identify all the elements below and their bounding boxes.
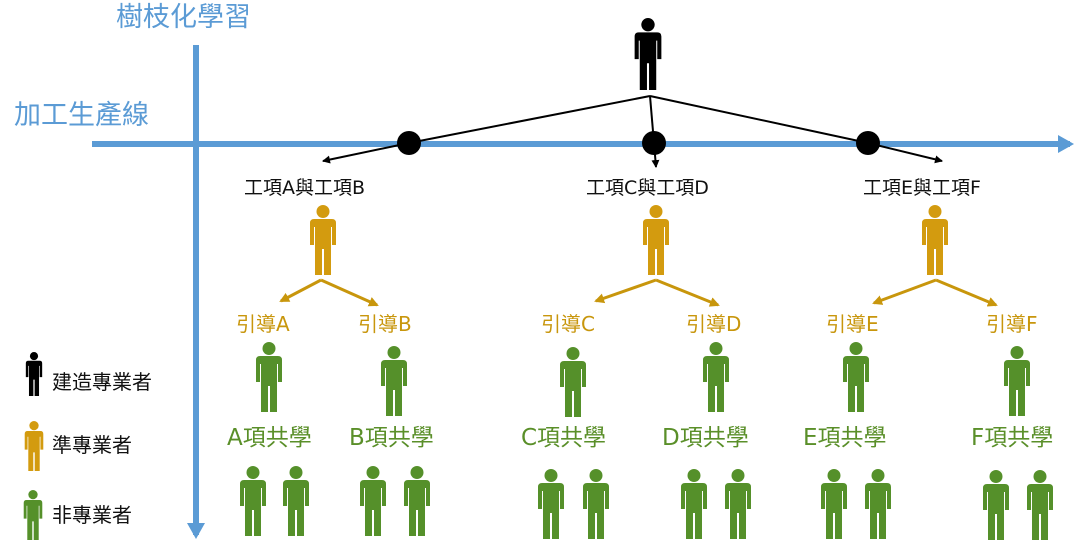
guide-label-e: 引導E [826,312,879,336]
process-node-cd [642,131,666,155]
guide-arrow-c [594,278,657,304]
semi-expert-person-icon [643,205,669,275]
group-label-c: C項共學 [521,425,607,451]
learner-person-icons [240,466,1053,540]
branch-line-left [408,95,651,144]
learner-person-icon [681,469,707,539]
learner-person-icon [283,466,309,536]
learner-person-icon [404,466,430,536]
horizontal-axis-label: 加工生產線 [14,100,149,131]
task-label-ab: 工項A與工項B [244,177,366,199]
legend-non-expert-person-icon [23,490,43,540]
diagram: 樹枝化學習 加工生產線 工項A與工項B 工項C與工項D 工項E與工項F 引導A … [0,0,1089,550]
group-label-a: A項共學 [227,425,312,451]
guide-label-b: 引導B [358,312,412,336]
learner-person-icon [865,469,891,539]
guide-person-icon [256,342,282,412]
learner-person-icon [725,469,751,539]
legend-expert-person-icon [25,352,43,396]
process-node-ef [856,131,880,155]
guide-person-icons [256,342,1030,417]
learner-person-icon [1027,470,1053,540]
guide-person-icon [381,346,407,416]
learner-person-icon [821,469,847,539]
guide-arrow-e [872,278,937,305]
learner-person-icon [240,466,266,536]
expert-person-icon [634,18,662,90]
group-label-f: F項共學 [971,425,1054,451]
diagram-canvas [23,18,1074,540]
process-node-ab [397,131,421,155]
group-label-e: E項共學 [803,425,887,451]
guide-arrow-f [935,278,998,307]
guide-person-icon [703,342,729,412]
guide-label-c: 引導C [541,312,595,336]
legend-semi-expert-person-icon [24,421,44,471]
guide-label-d: 引導D [686,312,742,336]
branch-line-right [649,95,869,144]
guide-person-icon [843,342,869,412]
guide-label-a: 引導A [236,312,290,336]
guide-label-f: 引導F [986,312,1038,336]
expert-person-icon [634,18,662,90]
learner-person-icon [538,469,564,539]
legend-label-non-expert: 非專業者 [52,503,132,527]
vertical-axis-label: 樹枝化學習 [116,2,251,33]
group-label-b: B項共學 [349,425,434,451]
legend-label-expert: 建造專業者 [52,370,152,394]
guide-person-icon [560,347,586,417]
guide-arrow-d [655,278,720,307]
legend-icons [23,352,44,540]
legend-label-semi-expert: 準專業者 [52,433,132,457]
guide-arrow-b [320,278,379,307]
semi-expert-icons [310,205,948,275]
learner-person-icon [983,470,1009,540]
learner-person-icon [360,466,386,536]
learner-person-icon [583,469,609,539]
task-label-ef: 工項E與工項F [863,177,981,199]
semi-expert-person-icon [310,205,336,275]
semi-expert-person-icon [922,205,948,275]
guide-arrow-a [279,278,322,303]
group-label-d: D項共學 [662,425,749,451]
guide-person-icon [1004,346,1030,416]
task-label-cd: 工項C與工項D [586,177,709,199]
